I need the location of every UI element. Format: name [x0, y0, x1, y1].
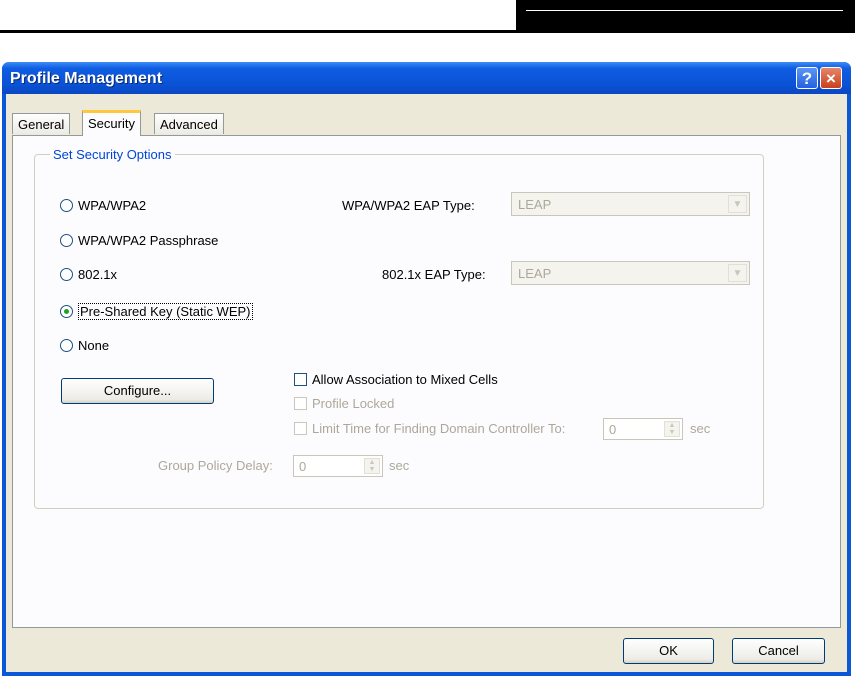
tab-security[interactable]: Security	[82, 110, 141, 136]
checkbox-profile-locked[interactable]: Profile Locked	[294, 396, 394, 411]
ok-button[interactable]: OK	[623, 638, 714, 664]
help-button[interactable]: ?	[796, 67, 818, 89]
checkbox-box[interactable]	[294, 397, 307, 410]
spinner-arrows-icon[interactable]: ▲ ▼	[664, 421, 680, 437]
spinner-arrows-icon[interactable]: ▲ ▼	[364, 458, 380, 474]
select-value: LEAP	[518, 266, 552, 281]
radio-wpa-wpa2[interactable]: WPA/WPA2	[60, 198, 146, 213]
checkbox-label: Limit Time for Finding Domain Controller…	[312, 421, 566, 436]
tab-general[interactable]: General	[12, 113, 71, 134]
checkbox-box[interactable]	[294, 422, 307, 435]
header-rule	[526, 10, 843, 11]
checkbox-label: Allow Association to Mixed Cells	[312, 372, 498, 387]
checkbox-box[interactable]	[294, 373, 307, 386]
limit-time-unit: sec	[690, 421, 711, 436]
group-legend: Set Security Options	[50, 147, 175, 162]
radio-802-1x[interactable]: 802.1x	[60, 267, 117, 282]
title-bar[interactable]: Profile Management ? ×	[2, 62, 851, 94]
window-title: Profile Management	[10, 70, 163, 87]
group-policy-delay-spinner[interactable]: 0 ▲ ▼	[293, 455, 383, 477]
radio-wpa-wpa2-passphrase[interactable]: WPA/WPA2 Passphrase	[60, 233, 218, 248]
radio-label: WPA/WPA2	[78, 198, 147, 213]
radio-circle[interactable]	[60, 339, 73, 352]
radio-circle-selected[interactable]	[60, 305, 73, 318]
dot1x-eap-type-label: 802.1x EAP Type:	[382, 267, 486, 282]
limit-time-spinner[interactable]: 0 ▲ ▼	[603, 418, 683, 440]
radio-circle[interactable]	[60, 234, 73, 247]
cancel-button[interactable]: Cancel	[732, 638, 825, 664]
radio-label: 802.1x	[78, 267, 118, 282]
tab-advanced[interactable]: Advanced	[154, 113, 224, 134]
header-line	[0, 30, 855, 33]
checkbox-label: Profile Locked	[312, 396, 395, 411]
checkbox-mixed-cells[interactable]: Allow Association to Mixed Cells	[294, 372, 498, 387]
select-value: LEAP	[518, 197, 552, 212]
radio-dot	[64, 309, 69, 314]
radio-pre-shared-key[interactable]: Pre-Shared Key (Static WEP)	[60, 303, 253, 320]
radio-none[interactable]: None	[60, 338, 109, 353]
dot1x-eap-type-select[interactable]: LEAP ▼	[511, 261, 750, 285]
dialog-client-area: General Security Advanced Set Security O…	[6, 94, 847, 672]
group-policy-delay-label: Group Policy Delay:	[158, 458, 273, 473]
radio-label: WPA/WPA2 Passphrase	[78, 233, 219, 248]
close-button[interactable]: ×	[820, 67, 842, 89]
radio-circle[interactable]	[60, 199, 73, 212]
wpa-eap-type-select[interactable]: LEAP ▼	[511, 192, 750, 216]
chevron-down-icon[interactable]: ▼	[728, 264, 747, 282]
chevron-down-icon[interactable]: ▼	[728, 195, 747, 213]
group-policy-delay-unit: sec	[389, 458, 410, 473]
spinner-value: 0	[609, 422, 617, 437]
header-black-bar	[516, 0, 855, 33]
radio-circle[interactable]	[60, 268, 73, 281]
checkbox-limit-time[interactable]: Limit Time for Finding Domain Controller…	[294, 421, 565, 436]
spinner-value: 0	[299, 459, 307, 474]
configure-button[interactable]: Configure...	[61, 378, 214, 404]
radio-label: Pre-Shared Key (Static WEP)	[78, 303, 253, 320]
profile-management-window: Profile Management ? × General Security …	[2, 62, 851, 676]
radio-label: None	[78, 338, 110, 353]
wpa-eap-type-label: WPA/WPA2 EAP Type:	[342, 198, 475, 213]
